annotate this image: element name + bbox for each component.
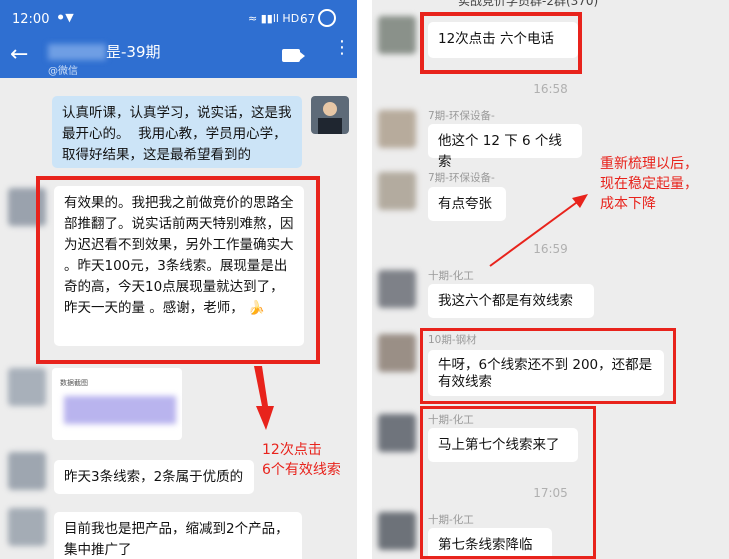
chat-title: 昰-39期	[106, 43, 161, 61]
status-bar: 12:00 ⚫▼ ≈ ▮▮ll HD 67	[0, 0, 357, 40]
blurred-name	[48, 44, 106, 60]
group-title: 实战竞价学员群-2群(370)	[458, 0, 599, 8]
message-bubble: 昨天3条线索，2条属于优质的	[54, 460, 254, 494]
message-bubble: 他这个 12 下 6 个线索	[428, 124, 582, 170]
chat-subtitle: @微信	[48, 66, 78, 77]
sender-name: 十期-化工	[428, 270, 474, 282]
self-avatar[interactable]	[311, 96, 349, 134]
message-bubble: 我这六个都是有效线索	[428, 284, 594, 318]
signal-icon: ≈ ▮▮ll HD	[248, 12, 300, 25]
video-call-icon-lens	[300, 52, 305, 60]
annotation-text: 重新梳理以后， 现在稳定起量， 成本下降	[600, 156, 698, 212]
battery-level: 67	[300, 12, 316, 26]
status-time: 12:00	[12, 12, 50, 27]
sender-avatar[interactable]	[378, 172, 416, 210]
battery-icon	[318, 9, 336, 27]
chat-title-bar: ← 昰-39期 @微信 ⋮	[0, 39, 357, 78]
video-call-icon[interactable]	[282, 49, 300, 62]
sender-avatar[interactable]	[378, 110, 416, 148]
back-arrow-icon[interactable]: ←	[10, 42, 28, 67]
sender-avatar[interactable]	[8, 452, 46, 490]
image-caption: 数据截图	[60, 379, 88, 387]
sender-avatar[interactable]	[8, 508, 46, 546]
highlight-box	[420, 328, 676, 404]
blurred-image	[64, 396, 176, 424]
highlight-box	[420, 12, 582, 74]
right-chat-screenshot: 实战竞价学员群-2群(370) 12次点击 六个电话 16:58 7期-环保设备…	[372, 0, 729, 559]
highlight-box	[420, 406, 596, 559]
sender-name: 7期-环保设备-	[428, 172, 495, 184]
sender-avatar[interactable]	[378, 414, 416, 452]
timestamp: 16:58	[533, 82, 568, 96]
message-bubble: 目前我也是把产品，缩减到2个产品，集中推广了	[54, 512, 302, 559]
left-chat-screenshot: 12:00 ⚫▼ ≈ ▮▮ll HD 67 ← 昰-39期 @微信 ⋮ 认真听课…	[0, 0, 357, 559]
annotation-arrow	[254, 366, 274, 430]
more-options-icon[interactable]: ⋮	[333, 39, 351, 57]
sender-avatar[interactable]	[378, 334, 416, 372]
sender-name: 7期-环保设备-	[428, 110, 495, 122]
sender-avatar[interactable]	[8, 368, 46, 406]
sender-avatar[interactable]	[378, 512, 416, 550]
image-message[interactable]: 数据截图	[52, 368, 182, 440]
sender-avatar[interactable]	[378, 270, 416, 308]
notification-icon: ⚫▼	[56, 11, 74, 24]
annotation-arrow	[489, 194, 588, 267]
sender-avatar[interactable]	[378, 16, 416, 54]
annotation-text: 12次点击 6个有效线索	[262, 442, 341, 478]
highlight-box	[36, 176, 320, 364]
message-bubble: 认真听课，认真学习，说实话，这是我最开心的。 我用心教，学员用心学，取得好结果，…	[52, 96, 302, 168]
